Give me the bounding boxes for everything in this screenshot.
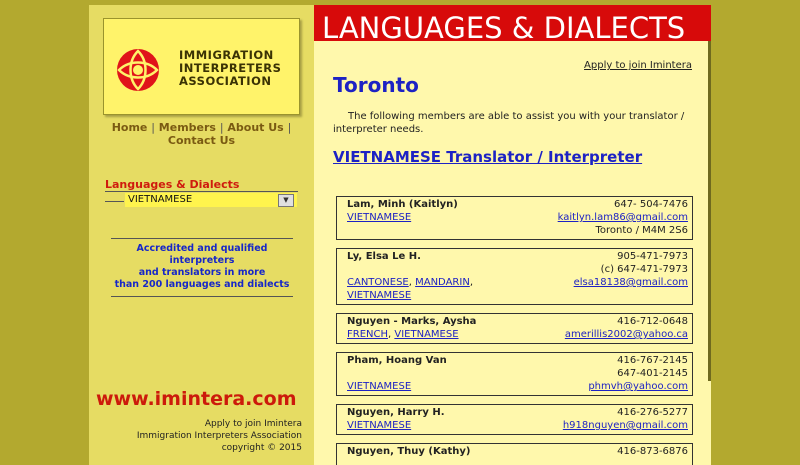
intro-text: The following members are able to assist… xyxy=(333,111,685,135)
accreditation-line: than 200 languages and dialects xyxy=(114,279,290,290)
page-banner: LANGUAGES & DIALECTS xyxy=(314,5,711,45)
member-card: Pham, Hoang Van 416-767-2145 647-401-214… xyxy=(336,352,693,396)
language-link[interactable]: CANTONESE xyxy=(347,277,409,288)
member-phone: (c) 647-471-7973 xyxy=(600,264,688,275)
member-email-link[interactable]: kaitlyn.lam86@gmail.com xyxy=(558,212,688,223)
member-name: Nguyen, Harry H. xyxy=(347,407,445,418)
member-card: Nguyen, Thuy (Kathy) 416-873-6876 xyxy=(336,443,693,465)
member-phone: 647- 504-7476 xyxy=(613,199,688,210)
language-link[interactable]: VIETNAMESE xyxy=(347,290,411,301)
language-link[interactable]: VIETNAMESE xyxy=(347,381,411,392)
member-name: Nguyen, Thuy (Kathy) xyxy=(347,446,471,457)
content-border xyxy=(708,41,711,381)
language-select-box[interactable]: VIETNAMESE ▼ xyxy=(125,193,297,207)
member-name: Lam, Minh (Kaitlyn) xyxy=(347,199,458,210)
language-link[interactable]: FRENCH xyxy=(347,329,388,340)
section-title-link[interactable]: VIETNAMESE Translator / Interpreter xyxy=(333,148,642,166)
city-heading: Toronto xyxy=(333,73,419,97)
language-select-label: Languages & Dialects xyxy=(105,178,240,191)
member-phone: 416-767-2145 xyxy=(617,355,688,366)
language-link[interactable]: VIETNAMESE xyxy=(347,212,411,223)
select-divider xyxy=(105,201,124,202)
member-email-link[interactable]: phmvh@yahoo.com xyxy=(588,381,688,392)
member-card: Lam, Minh (Kaitlyn) 647- 504-7476 kaitly… xyxy=(336,196,693,240)
nav-about-link[interactable]: About Us xyxy=(227,121,283,134)
accreditation-note: Accredited and qualified interpreters an… xyxy=(111,238,293,297)
language-select-value: VIETNAMESE xyxy=(128,194,193,205)
logo-line: ASSOCIATION xyxy=(179,74,272,88)
member-location: Toronto / M4M 2S6 xyxy=(595,225,688,236)
nav-home-link[interactable]: Home xyxy=(112,121,148,134)
language-select[interactable]: VIETNAMESE ▼ xyxy=(105,191,298,209)
nav-separator: | xyxy=(219,121,224,134)
nav-members-link[interactable]: Members xyxy=(159,121,216,134)
member-name: Ly, Elsa Le H. xyxy=(347,251,421,262)
member-phone: 416-276-5277 xyxy=(617,407,688,418)
member-email-link[interactable]: elsa18138@gmail.com xyxy=(574,277,688,288)
member-phone: 647-401-2145 xyxy=(617,368,688,379)
member-name: Pham, Hoang Van xyxy=(347,355,447,366)
accreditation-line: and translators in more xyxy=(138,267,266,278)
member-card: Ly, Elsa Le H. 905-471-7973 (c) 647-471-… xyxy=(336,248,693,305)
member-phone: 416-873-6876 xyxy=(617,446,688,457)
member-email-link[interactable]: h918nguyen@gmail.com xyxy=(563,420,688,431)
nav-separator: | xyxy=(151,121,155,134)
accreditation-line: Accredited and qualified xyxy=(136,243,268,254)
accreditation-line: interpreters xyxy=(169,255,235,266)
footer: Apply to join Imintera Immigration Inter… xyxy=(97,418,302,454)
left-sidebar: IMMIGRATION INTERPRETERS ASSOCIATION Hom… xyxy=(89,5,314,465)
member-phone: 905-471-7973 xyxy=(617,251,688,262)
association-logo[interactable]: IMMIGRATION INTERPRETERS ASSOCIATION xyxy=(103,18,300,115)
member-card: Nguyen - Marks, Aysha 416-712-0648 ameri… xyxy=(336,313,693,344)
site-url[interactable]: www.imintera.com xyxy=(96,388,297,410)
member-phone: 416-712-0648 xyxy=(617,316,688,327)
member-email-link[interactable]: amerillis2002@yahoo.ca xyxy=(565,329,688,340)
main-nav: Home | Members | About Us | Contact Us xyxy=(93,121,310,147)
logo-emblem-icon xyxy=(117,49,159,91)
page: IMMIGRATION INTERPRETERS ASSOCIATION Hom… xyxy=(89,5,711,465)
banner-title: LANGUAGES & DIALECTS xyxy=(322,11,686,45)
language-link[interactable]: MANDARIN xyxy=(415,277,470,288)
nav-contact-link[interactable]: Contact Us xyxy=(168,134,235,147)
language-link[interactable]: VIETNAMESE xyxy=(394,329,458,340)
member-name: Nguyen - Marks, Aysha xyxy=(347,316,477,327)
dropdown-arrow-icon[interactable]: ▼ xyxy=(278,194,294,207)
member-card: Nguyen, Harry H. 416-276-5277 h918nguyen… xyxy=(336,404,693,435)
main-content: LANGUAGES & DIALECTS Apply to join Imint… xyxy=(314,5,711,465)
language-link[interactable]: VIETNAMESE xyxy=(347,420,411,431)
footer-apply-link[interactable]: Apply to join Imintera xyxy=(97,418,302,430)
footer-copyright: copyright © 2015 xyxy=(221,443,302,453)
logo-text: IMMIGRATION INTERPRETERS ASSOCIATION xyxy=(179,49,281,88)
nav-separator: | xyxy=(287,121,292,134)
footer-org-name: Immigration Interpreters Association xyxy=(136,431,302,441)
apply-link[interactable]: Apply to join Imintera xyxy=(584,60,692,71)
